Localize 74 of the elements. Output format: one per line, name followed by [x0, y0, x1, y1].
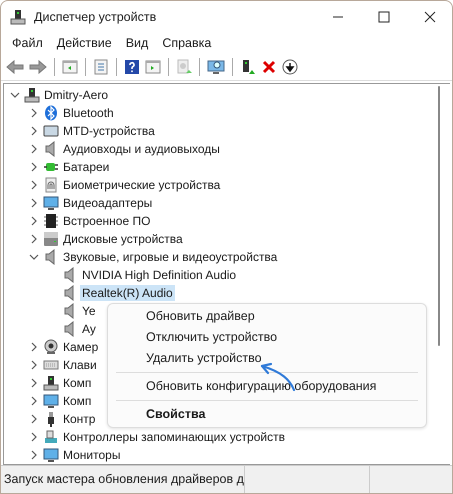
bluetooth-icon	[43, 104, 59, 121]
monitor-search-icon[interactable]	[207, 58, 225, 75]
expand-chevron-icon[interactable]	[29, 180, 39, 190]
tree-item[interactable]: Ау	[80, 320, 98, 337]
chip-icon	[43, 212, 59, 229]
computer-icon	[24, 86, 40, 103]
tree-item[interactable]: Мониторы	[61, 446, 122, 463]
collapse-chevron-icon[interactable]	[29, 252, 39, 262]
update-driver-icon[interactable]	[240, 58, 256, 75]
tree-item[interactable]: NVIDIA High Definition Audio	[80, 266, 238, 283]
tree-item[interactable]: Видеоадаптеры	[61, 194, 154, 211]
expand-chevron-icon[interactable]	[29, 414, 39, 424]
context-menu-item[interactable]: Удалить устройство	[108, 348, 426, 369]
context-menu-item[interactable]: Свойства	[108, 404, 426, 425]
tree-item[interactable]: Комп	[61, 392, 94, 409]
menu-item[interactable]: Файл	[5, 34, 50, 52]
context-menu-item[interactable]: Обновить конфигурацию оборудования	[108, 376, 426, 397]
download-icon[interactable]	[282, 58, 298, 75]
computer-icon	[43, 374, 59, 391]
tree-item[interactable]: Звуковые, игровые и видеоустройства	[61, 248, 280, 265]
window-title: Диспетчер устройств	[34, 10, 158, 24]
tree-item[interactable]: Дисковые устройства	[61, 230, 185, 247]
tree-item[interactable]: MTD-устройства	[61, 122, 157, 139]
tree-item[interactable]: Комп	[61, 374, 94, 391]
expand-chevron-icon[interactable]	[29, 342, 39, 352]
expand-chevron-icon[interactable]	[29, 378, 39, 388]
finger-icon	[43, 176, 59, 193]
collapse-chevron-icon[interactable]	[10, 90, 20, 100]
expand-chevron-icon[interactable]	[29, 126, 39, 136]
tree-item[interactable]: Bluetooth	[61, 104, 116, 121]
expand-chevron-icon[interactable]	[29, 450, 39, 460]
tree-item[interactable]: Камер	[61, 338, 100, 355]
scrollbar[interactable]	[438, 86, 440, 346]
properties-icon[interactable]	[93, 58, 109, 75]
menu-item[interactable]: Справка	[155, 34, 218, 52]
box-icon	[43, 122, 59, 139]
expand-chevron-icon[interactable]	[29, 234, 39, 244]
expand-chevron-icon[interactable]	[29, 144, 39, 154]
action-pane-icon[interactable]	[145, 58, 161, 75]
tree-item[interactable]: Встроенное ПО	[61, 212, 152, 229]
tree-item[interactable]: Батареи	[61, 158, 112, 175]
tree-item[interactable]: Ye	[80, 302, 98, 319]
context-menu-item[interactable]: Обновить драйвер	[108, 306, 426, 327]
maximize-icon[interactable]	[378, 10, 390, 23]
back-icon[interactable]	[6, 58, 24, 75]
menu-item[interactable]: Вид	[118, 34, 156, 52]
tree-item[interactable]: Realtek(R) Audio	[80, 284, 175, 301]
tree-item[interactable]: Аудиовходы и аудиовыходы	[61, 140, 222, 157]
tree-item[interactable]: Dmitry-Aero	[42, 86, 110, 103]
context-menu-item[interactable]: Отключить устройство	[108, 326, 426, 348]
expand-chevron-icon[interactable]	[29, 396, 39, 406]
expand-chevron-icon[interactable]	[29, 198, 39, 208]
menu-item[interactable]: Действие	[50, 34, 119, 52]
tree-item[interactable]: Контр	[61, 410, 98, 427]
delete-icon[interactable]	[261, 58, 277, 75]
disk-icon	[43, 230, 59, 247]
status-text: Запуск мастера обновления драйверов д	[1, 466, 245, 493]
display-icon	[43, 194, 59, 211]
forward-icon[interactable]	[29, 58, 47, 75]
console-tree-icon[interactable]	[62, 58, 78, 75]
expand-chevron-icon[interactable]	[29, 108, 39, 118]
tree-item[interactable]: Клави	[61, 356, 99, 373]
app-icon	[10, 8, 26, 25]
tree-item[interactable]: Контроллеры запоминающих устройств	[61, 428, 287, 445]
expand-chevron-icon[interactable]	[29, 216, 39, 226]
expand-chevron-icon[interactable]	[29, 360, 39, 370]
close-icon[interactable]	[424, 10, 436, 23]
expand-chevron-icon[interactable]	[29, 162, 39, 172]
expand-chevron-icon[interactable]	[29, 432, 39, 442]
tree-item[interactable]: Биометрические устройства	[61, 176, 222, 193]
display-icon	[43, 392, 59, 409]
camera-icon	[43, 338, 59, 355]
help-icon[interactable]	[124, 58, 140, 75]
display-icon	[43, 446, 59, 463]
